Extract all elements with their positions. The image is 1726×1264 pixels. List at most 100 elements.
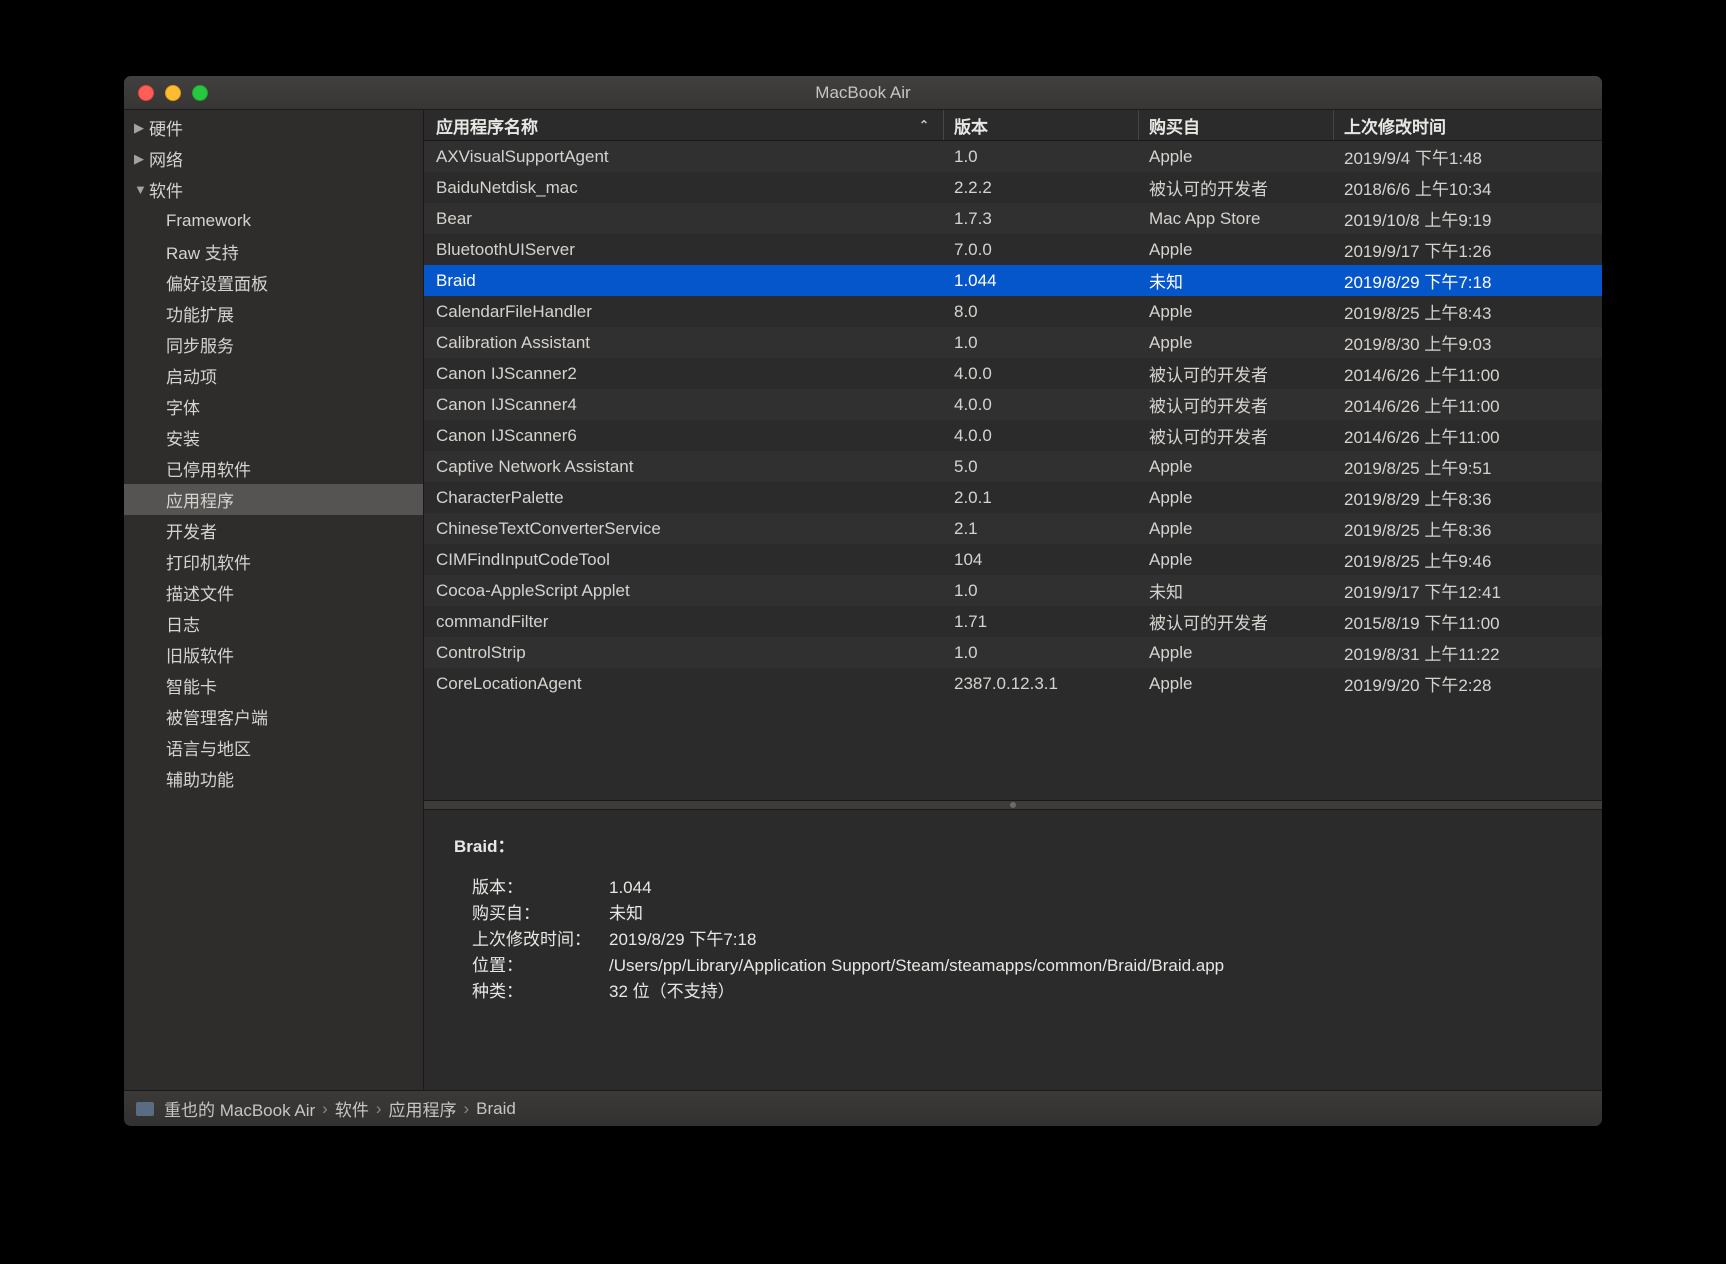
cell-version: 1.0 (944, 147, 1139, 167)
cell-version: 104 (944, 550, 1139, 570)
main-pane: 应用程序名称 ⌃ 版本 购买自 上次修改时间 AXVisualSupportAg… (424, 110, 1602, 1090)
sidebar-item[interactable]: 智能卡 (124, 670, 423, 701)
cell-source: 未知 (1139, 578, 1334, 603)
table-body[interactable]: AXVisualSupportAgent1.0Apple2019/9/4 下午1… (424, 141, 1602, 800)
cell-version: 4.0.0 (944, 364, 1139, 384)
detail-label-location: 位置： (454, 953, 609, 979)
sidebar-category-label: 网络 (149, 146, 183, 171)
sidebar-item[interactable]: Raw 支持 (124, 236, 423, 267)
cell-modified: 2018/6/6 上午10:34 (1334, 175, 1602, 200)
sidebar: ▶硬件▶网络▼软件 FrameworkRaw 支持偏好设置面板功能扩展同步服务启… (124, 110, 424, 1090)
cell-version: 2.1 (944, 519, 1139, 539)
cell-name: Canon IJScanner6 (424, 426, 944, 446)
table-row[interactable]: CIMFindInputCodeTool104Apple2019/8/25 上午… (424, 544, 1602, 575)
table-row[interactable]: CalendarFileHandler8.0Apple2019/8/25 上午8… (424, 296, 1602, 327)
traffic-lights (124, 85, 208, 101)
sidebar-item[interactable]: 字体 (124, 391, 423, 422)
table-row[interactable]: Captive Network Assistant5.0Apple2019/8/… (424, 451, 1602, 482)
table-row[interactable]: CoreLocationAgent2387.0.12.3.1Apple2019/… (424, 668, 1602, 699)
table-row[interactable]: ControlStrip1.0Apple2019/8/31 上午11:22 (424, 637, 1602, 668)
table-row[interactable]: ChineseTextConverterService2.1Apple2019/… (424, 513, 1602, 544)
table-row[interactable]: BluetoothUIServer7.0.0Apple2019/9/17 下午1… (424, 234, 1602, 265)
sidebar-category[interactable]: ▶网络 (124, 143, 423, 174)
breadcrumb-item[interactable]: 重也的 MacBook Air (164, 1096, 315, 1121)
cell-source: Apple (1139, 240, 1334, 260)
breadcrumb-item[interactable]: 应用程序 (389, 1096, 457, 1121)
detail-label-source: 购买自： (454, 901, 609, 927)
sidebar-item[interactable]: 描述文件 (124, 577, 423, 608)
sidebar-item[interactable]: 日志 (124, 608, 423, 639)
column-header-name[interactable]: 应用程序名称 ⌃ (424, 110, 944, 140)
sidebar-item[interactable]: 语言与地区 (124, 732, 423, 763)
table-row[interactable]: CharacterPalette2.0.1Apple2019/8/29 上午8:… (424, 482, 1602, 513)
window-title: MacBook Air (124, 83, 1602, 103)
disclosure-right-icon[interactable]: ▶ (134, 151, 149, 167)
cell-source: Apple (1139, 643, 1334, 663)
detail-value-source: 未知 (609, 901, 1572, 927)
cell-source: 被认可的开发者 (1139, 361, 1334, 386)
cell-source: 被认可的开发者 (1139, 609, 1334, 634)
close-icon[interactable] (138, 85, 154, 101)
cell-name: commandFilter (424, 612, 944, 632)
zoom-icon[interactable] (192, 85, 208, 101)
pane-splitter[interactable] (424, 800, 1602, 810)
sidebar-category[interactable]: ▶硬件 (124, 112, 423, 143)
cell-version: 5.0 (944, 457, 1139, 477)
cell-version: 1.7.3 (944, 209, 1139, 229)
column-header-modified[interactable]: 上次修改时间 (1334, 113, 1602, 138)
column-header-version[interactable]: 版本 (944, 110, 1139, 140)
cell-version: 1.0 (944, 333, 1139, 353)
table-row[interactable]: Braid1.044未知2019/8/29 下午7:18 (424, 265, 1602, 296)
breadcrumb-item[interactable]: 软件 (335, 1096, 369, 1121)
disclosure-down-icon[interactable]: ▼ (134, 182, 149, 197)
cell-version: 1.0 (944, 643, 1139, 663)
table-row[interactable]: commandFilter1.71被认可的开发者2015/8/19 下午11:0… (424, 606, 1602, 637)
detail-value-version: 1.044 (609, 875, 1572, 901)
cell-name: AXVisualSupportAgent (424, 147, 944, 167)
cell-version: 4.0.0 (944, 395, 1139, 415)
detail-pane: Braid： 版本：1.044 购买自：未知 上次修改时间：2019/8/29 … (424, 810, 1602, 1090)
table-row[interactable]: Canon IJScanner44.0.0被认可的开发者2014/6/26 上午… (424, 389, 1602, 420)
sidebar-item[interactable]: 应用程序 (124, 484, 423, 515)
cell-modified: 2019/9/4 下午1:48 (1334, 144, 1602, 169)
disclosure-right-icon[interactable]: ▶ (134, 120, 149, 136)
column-header-source[interactable]: 购买自 (1139, 110, 1334, 140)
sidebar-item[interactable]: Framework (124, 205, 423, 236)
sidebar-item[interactable]: 偏好设置面板 (124, 267, 423, 298)
sidebar-item[interactable]: 启动项 (124, 360, 423, 391)
table-row[interactable]: AXVisualSupportAgent1.0Apple2019/9/4 下午1… (424, 141, 1602, 172)
sidebar-category[interactable]: ▼软件 (124, 174, 423, 205)
table-row[interactable]: Calibration Assistant1.0Apple2019/8/30 上… (424, 327, 1602, 358)
titlebar[interactable]: MacBook Air (124, 76, 1602, 110)
sidebar-item[interactable]: 安装 (124, 422, 423, 453)
table-row[interactable]: Canon IJScanner64.0.0被认可的开发者2014/6/26 上午… (424, 420, 1602, 451)
detail-title: Braid： (454, 832, 1572, 857)
sort-ascending-icon: ⌃ (919, 118, 929, 132)
cell-source: 未知 (1139, 268, 1334, 293)
column-header-name-label: 应用程序名称 (436, 113, 538, 138)
table-row[interactable]: BaiduNetdisk_mac2.2.2被认可的开发者2018/6/6 上午1… (424, 172, 1602, 203)
breadcrumb-item[interactable]: Braid (476, 1099, 516, 1119)
sidebar-item[interactable]: 同步服务 (124, 329, 423, 360)
sidebar-category-label: 软件 (149, 177, 183, 202)
cell-name: Bear (424, 209, 944, 229)
cell-modified: 2019/8/29 上午8:36 (1334, 485, 1602, 510)
sidebar-item[interactable]: 开发者 (124, 515, 423, 546)
chevron-right-icon: › (322, 1099, 328, 1119)
sidebar-item[interactable]: 旧版软件 (124, 639, 423, 670)
cell-modified: 2019/9/17 下午1:26 (1334, 237, 1602, 262)
cell-modified: 2019/10/8 上午9:19 (1334, 206, 1602, 231)
sidebar-item[interactable]: 被管理客户端 (124, 701, 423, 732)
table-row[interactable]: Cocoa-AppleScript Applet1.0未知2019/9/17 下… (424, 575, 1602, 606)
cell-version: 4.0.0 (944, 426, 1139, 446)
sidebar-item[interactable]: 已停用软件 (124, 453, 423, 484)
sidebar-item[interactable]: 功能扩展 (124, 298, 423, 329)
minimize-icon[interactable] (165, 85, 181, 101)
table-row[interactable]: Canon IJScanner24.0.0被认可的开发者2014/6/26 上午… (424, 358, 1602, 389)
table-row[interactable]: Bear1.7.3Mac App Store2019/10/8 上午9:19 (424, 203, 1602, 234)
sidebar-item[interactable]: 打印机软件 (124, 546, 423, 577)
sidebar-item[interactable]: 辅助功能 (124, 763, 423, 794)
cell-name: CharacterPalette (424, 488, 944, 508)
cell-version: 2.0.1 (944, 488, 1139, 508)
cell-name: ControlStrip (424, 643, 944, 663)
